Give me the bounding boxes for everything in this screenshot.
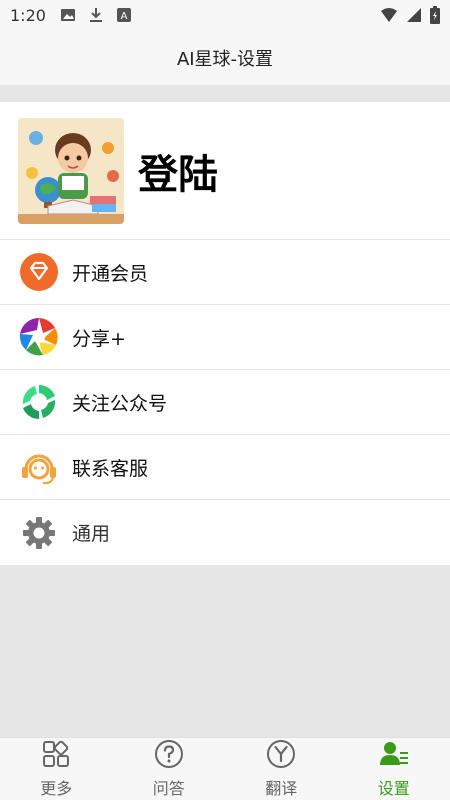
menu-item-share[interactable]: 分享+ (0, 305, 450, 370)
menu-item-label: 关注公众号 (72, 392, 168, 415)
user-settings-icon (379, 739, 409, 773)
apps-grid-icon (41, 739, 71, 773)
menu-item-general[interactable]: 通用 (0, 500, 450, 565)
signal-icon (407, 8, 421, 22)
menu-item-label: 通用 (72, 523, 111, 545)
wifi-icon (381, 8, 397, 22)
image-notification-icon (60, 9, 75, 21)
status-bar: 1:20 A (0, 0, 450, 30)
settings-menu: 开通会员 分享+ 关注公众号 联系客服 通用 (0, 240, 450, 565)
share-aperture-icon (18, 316, 60, 358)
login-label[interactable]: 登陆 (138, 142, 218, 200)
profile-card[interactable]: 登陆 (0, 102, 450, 240)
nav-label: 更多 (40, 779, 73, 798)
nav-label: 翻译 (265, 779, 298, 798)
svg-text:A: A (121, 11, 128, 22)
bottom-nav: 更多 问答 翻译 设置 (0, 737, 450, 800)
download-notification-icon (89, 8, 102, 22)
wechat-official-icon (18, 381, 60, 423)
question-circle-icon (154, 739, 184, 773)
nav-item-qa[interactable]: 问答 (113, 738, 226, 800)
avatar[interactable] (18, 117, 124, 224)
nav-item-more[interactable]: 更多 (0, 738, 113, 800)
app-notification-icon: A (116, 8, 131, 22)
title-bar: AI星球-设置 (0, 30, 450, 85)
nav-label: 问答 (152, 779, 185, 798)
nav-item-translate[interactable]: 翻译 (225, 738, 338, 800)
menu-item-follow[interactable]: 关注公众号 (0, 370, 450, 435)
diamond-icon (18, 251, 60, 293)
customer-service-icon (18, 446, 60, 488)
section-divider (0, 85, 450, 102)
nav-label: 设置 (377, 779, 410, 798)
menu-item-label: 联系客服 (72, 457, 149, 480)
menu-item-vip[interactable]: 开通会员 (0, 240, 450, 305)
y-circle-icon (266, 739, 296, 773)
gear-icon (18, 512, 60, 554)
nav-item-settings[interactable]: 设置 (338, 738, 450, 800)
menu-item-label: 开通会员 (72, 262, 149, 285)
menu-item-label: 分享+ (72, 327, 126, 350)
page-title: AI星球-设置 (176, 48, 274, 70)
battery-icon (430, 6, 440, 24)
menu-item-contact[interactable]: 联系客服 (0, 435, 450, 500)
status-time: 1:20 (10, 5, 46, 25)
